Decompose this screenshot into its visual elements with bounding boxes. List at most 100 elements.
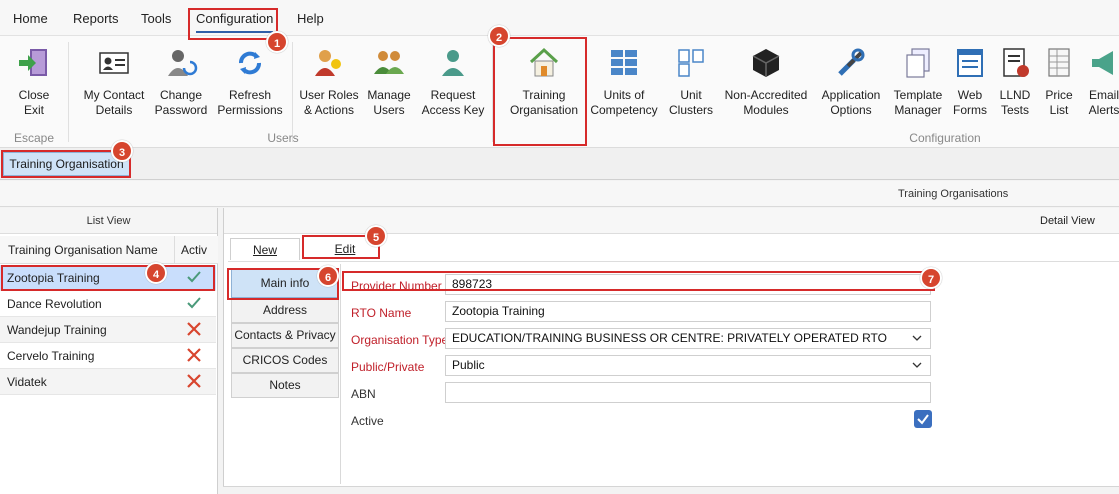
manage-users-button[interactable]: Manage Users bbox=[364, 46, 414, 118]
column-header-active[interactable]: Activ bbox=[181, 243, 207, 257]
table-row[interactable]: Cervelo Training bbox=[0, 343, 216, 369]
close-exit-button[interactable]: Close Exit bbox=[5, 46, 63, 118]
unit-clusters-button[interactable]: Unit Clusters bbox=[664, 46, 718, 118]
organisation-type-value: EDUCATION/TRAINING BUSINESS OR CENTRE: P… bbox=[452, 331, 887, 345]
title-strip: Training Organisations bbox=[0, 181, 1119, 207]
menu-reports[interactable]: Reports bbox=[73, 11, 119, 26]
menu-tools[interactable]: Tools bbox=[141, 11, 171, 26]
exit-door-icon bbox=[19, 49, 47, 76]
detail-view: Detail View New Edit Main info Address C… bbox=[223, 208, 1119, 494]
document-tab-row: Training Organisation bbox=[0, 148, 1119, 180]
column-header-name[interactable]: Training Organisation Name bbox=[8, 243, 158, 257]
check-icon bbox=[187, 297, 201, 309]
table-row[interactable]: Dance Revolution bbox=[0, 291, 216, 317]
refresh-permissions-button[interactable]: Refresh Permissions bbox=[214, 46, 286, 118]
cross-icon bbox=[187, 348, 201, 362]
detail-view-title: Detail View bbox=[1040, 215, 1095, 227]
callout-badge: 5 bbox=[365, 225, 387, 247]
megaphone-icon bbox=[1092, 51, 1113, 75]
template-manager-button[interactable]: Template Manager bbox=[890, 46, 946, 118]
users-group-icon bbox=[374, 51, 404, 74]
abn-field[interactable] bbox=[445, 382, 931, 403]
list-view-header: List View bbox=[0, 208, 217, 234]
llnd-tests-button[interactable]: LLND Tests bbox=[994, 46, 1036, 118]
row-name: Dance Revolution bbox=[7, 297, 102, 311]
chevron-down-icon bbox=[912, 362, 922, 368]
units-of-competency-button[interactable]: Units of Competency bbox=[588, 46, 660, 118]
public-private-value: Public bbox=[452, 358, 485, 372]
ribbon: Close Exit Escape My Contact Details Cha… bbox=[0, 36, 1119, 148]
table-row[interactable]: Vidatek bbox=[0, 369, 216, 395]
callout-badge: 1 bbox=[266, 31, 288, 53]
spreadsheet-icon bbox=[1048, 48, 1070, 77]
change-password-button[interactable]: Change Password bbox=[152, 46, 210, 118]
abn-label: ABN bbox=[351, 387, 376, 401]
column-divider bbox=[174, 236, 175, 264]
tab-training-organisation[interactable]: Training Organisation bbox=[3, 152, 130, 176]
group-label-configuration: Configuration bbox=[909, 131, 981, 145]
grid-icon bbox=[611, 50, 637, 75]
detail-view-header: Detail View bbox=[224, 208, 1119, 234]
tab-contacts-privacy[interactable]: Contacts & Privacy bbox=[231, 323, 339, 348]
row-name: Wandejup Training bbox=[7, 323, 107, 337]
public-private-row: Public/Private Public bbox=[341, 354, 1119, 380]
refresh-icon bbox=[239, 51, 261, 75]
public-private-select[interactable]: Public bbox=[445, 355, 931, 376]
non-accredited-modules-button[interactable]: Non-Accredited Modules bbox=[720, 46, 812, 118]
application-options-button[interactable]: Application Options bbox=[816, 46, 886, 118]
user-key-icon bbox=[442, 50, 464, 76]
user-refresh-icon bbox=[168, 50, 198, 76]
callout-badge: 4 bbox=[145, 262, 167, 284]
menu-configuration[interactable]: Configuration bbox=[196, 11, 274, 33]
detail-tabs: Main info Address Contacts & Privacy CRI… bbox=[231, 268, 341, 398]
contact-card-icon bbox=[99, 52, 129, 74]
web-forms-button[interactable]: Web Forms bbox=[950, 46, 990, 118]
row-name: Cervelo Training bbox=[7, 349, 95, 363]
callout-badge: 2 bbox=[488, 25, 510, 47]
active-label: Active bbox=[351, 414, 384, 428]
callout-badge: 7 bbox=[920, 267, 942, 289]
row-name: Zootopia Training bbox=[7, 271, 100, 285]
web-form-icon bbox=[957, 49, 983, 77]
tab-cricos-codes[interactable]: CRICOS Codes bbox=[231, 348, 339, 373]
organisation-type-row: Organisation Type EDUCATION/TRAINING BUS… bbox=[341, 327, 1119, 353]
rto-name-row: RTO Name Zootopia Training bbox=[341, 300, 1119, 326]
user-roles-actions-button[interactable]: User Roles & Actions bbox=[296, 46, 362, 118]
page-title: Training Organisations bbox=[898, 188, 1009, 200]
cube-icon bbox=[752, 49, 780, 77]
active-row: Active bbox=[341, 408, 1119, 434]
cross-icon bbox=[187, 374, 201, 388]
table-row[interactable]: Zootopia Training bbox=[0, 265, 216, 291]
group-label-users: Users bbox=[267, 131, 299, 145]
callout-badge: 6 bbox=[317, 265, 339, 287]
chevron-down-icon bbox=[912, 335, 922, 341]
documents-icon bbox=[906, 48, 930, 78]
row-name: Vidatek bbox=[7, 375, 47, 389]
training-organisation-button[interactable]: Training Organisation bbox=[504, 46, 584, 118]
organisation-type-label: Organisation Type bbox=[351, 333, 449, 347]
check-icon bbox=[187, 271, 201, 283]
menu-help[interactable]: Help bbox=[297, 11, 324, 26]
tab-notes[interactable]: Notes bbox=[231, 373, 339, 398]
list-view: List View Training Organisation Name Act… bbox=[0, 208, 218, 494]
detail-toolbar: New Edit bbox=[228, 236, 1119, 262]
checkmark-icon bbox=[917, 414, 929, 425]
cluster-icon bbox=[678, 49, 704, 77]
my-contact-details-button[interactable]: My Contact Details bbox=[78, 46, 150, 118]
house-icon bbox=[529, 47, 559, 77]
provider-number-field[interactable]: 898723 bbox=[445, 274, 931, 295]
callout-badge: 3 bbox=[111, 140, 133, 162]
organisation-type-select[interactable]: EDUCATION/TRAINING BUSINESS OR CENTRE: P… bbox=[445, 328, 931, 349]
tab-address[interactable]: Address bbox=[231, 298, 339, 323]
checklist-icon bbox=[1003, 48, 1029, 77]
menu-home[interactable]: Home bbox=[13, 11, 48, 26]
price-list-button[interactable]: Price List bbox=[1040, 46, 1078, 118]
user-roles-icon bbox=[315, 50, 341, 76]
group-separator bbox=[492, 42, 493, 142]
email-alerts-button[interactable]: Email Alerts bbox=[1082, 46, 1119, 118]
new-button[interactable]: New bbox=[230, 238, 300, 260]
table-row[interactable]: Wandejup Training bbox=[0, 317, 216, 343]
active-checkbox[interactable] bbox=[914, 410, 932, 428]
request-access-key-button[interactable]: Request Access Key bbox=[420, 46, 486, 118]
rto-name-field[interactable]: Zootopia Training bbox=[445, 301, 931, 322]
